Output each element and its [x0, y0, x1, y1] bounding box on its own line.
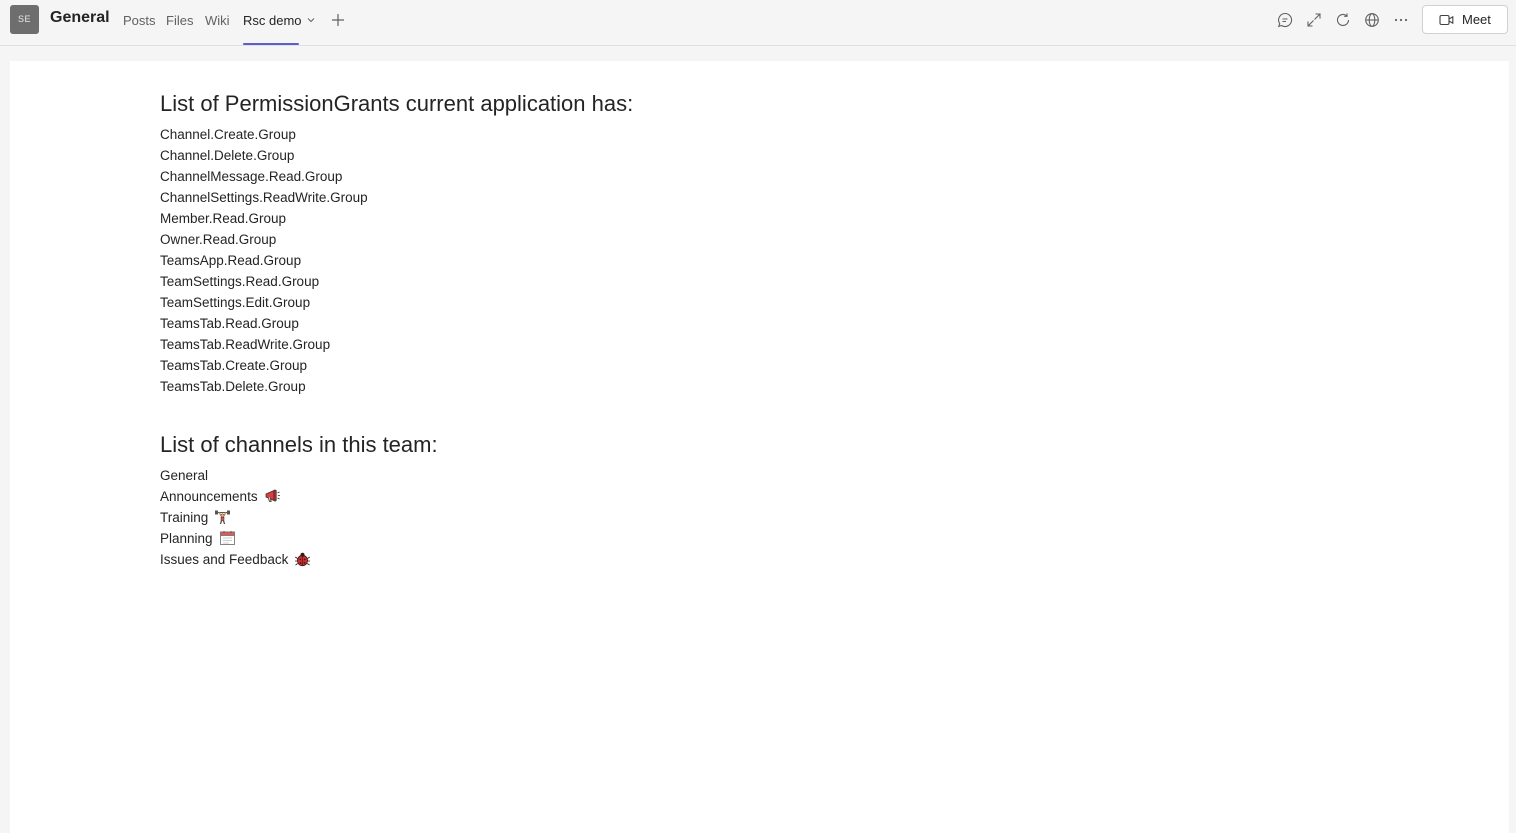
bug-icon — [295, 552, 311, 567]
channel-item-label: Training — [160, 510, 209, 525]
permission-item: ChannelMessage.Read.Group — [160, 169, 343, 184]
channel-item-label: Issues and Feedback — [160, 552, 289, 567]
permission-item: TeamSettings.Read.Group — [160, 274, 320, 289]
channel-item: Planning — [160, 528, 311, 549]
channel-item: General — [160, 465, 311, 486]
video-icon — [1439, 14, 1454, 26]
channel-item-label: Planning — [160, 531, 213, 546]
channel-title: General — [50, 9, 110, 26]
meet-label: Meet — [1462, 12, 1491, 27]
globe-icon[interactable] — [1363, 11, 1381, 29]
tab-content: List of PermissionGrants current applica… — [10, 61, 1509, 833]
tab-rsc-demo[interactable]: Rsc demo — [243, 13, 315, 28]
permission-item: TeamsTab.ReadWrite.Group — [160, 337, 331, 352]
tab-rsc-demo-label: Rsc demo — [243, 13, 302, 28]
active-tab-indicator — [243, 43, 299, 45]
permission-item: Member.Read.Group — [160, 211, 287, 226]
permission-item: TeamsTab.Create.Group — [160, 358, 308, 373]
tab-wiki[interactable]: Wiki — [205, 13, 230, 28]
channel-item-label: Announcements — [160, 489, 258, 504]
channels-heading: List of channels in this team: — [160, 432, 438, 457]
team-avatar[interactable]: SE — [10, 5, 39, 34]
permission-item: TeamsTab.Delete.Group — [160, 379, 306, 394]
refresh-icon[interactable] — [1334, 11, 1352, 29]
permissions-list: Channel.Create.Group Channel.Delete.Grou… — [160, 124, 368, 397]
channels-list: General Announcements Training Planning — [160, 465, 311, 570]
channel-header: SE General Posts Files Wiki Rsc demo Mee… — [0, 0, 1516, 46]
expand-icon[interactable] — [1305, 11, 1323, 29]
conversation-icon[interactable] — [1276, 11, 1294, 29]
add-tab-icon[interactable] — [330, 12, 346, 28]
tab-files[interactable]: Files — [166, 13, 193, 28]
permissions-heading: List of PermissionGrants current applica… — [160, 91, 634, 116]
permission-item: ChannelSettings.ReadWrite.Group — [160, 190, 368, 205]
permission-item: Owner.Read.Group — [160, 232, 277, 247]
channel-item-label: General — [160, 468, 209, 483]
permission-item: Channel.Delete.Group — [160, 148, 295, 163]
channel-item: Announcements — [160, 486, 311, 507]
chevron-down-icon — [307, 18, 314, 23]
permission-item: TeamsApp.Read.Group — [160, 253, 302, 268]
megaphone-icon — [265, 489, 280, 502]
channel-item: Training — [160, 507, 311, 528]
calendar-icon — [219, 531, 235, 545]
permission-item: TeamSettings.Edit.Group — [160, 295, 311, 310]
meet-button[interactable]: Meet — [1422, 5, 1508, 34]
channel-item: Issues and Feedback — [160, 549, 311, 570]
permission-item: Channel.Create.Group — [160, 127, 296, 142]
more-icon[interactable] — [1392, 11, 1410, 29]
tab-posts[interactable]: Posts — [123, 13, 156, 28]
weightlifter-icon — [215, 510, 231, 525]
permission-item: TeamsTab.Read.Group — [160, 316, 299, 331]
